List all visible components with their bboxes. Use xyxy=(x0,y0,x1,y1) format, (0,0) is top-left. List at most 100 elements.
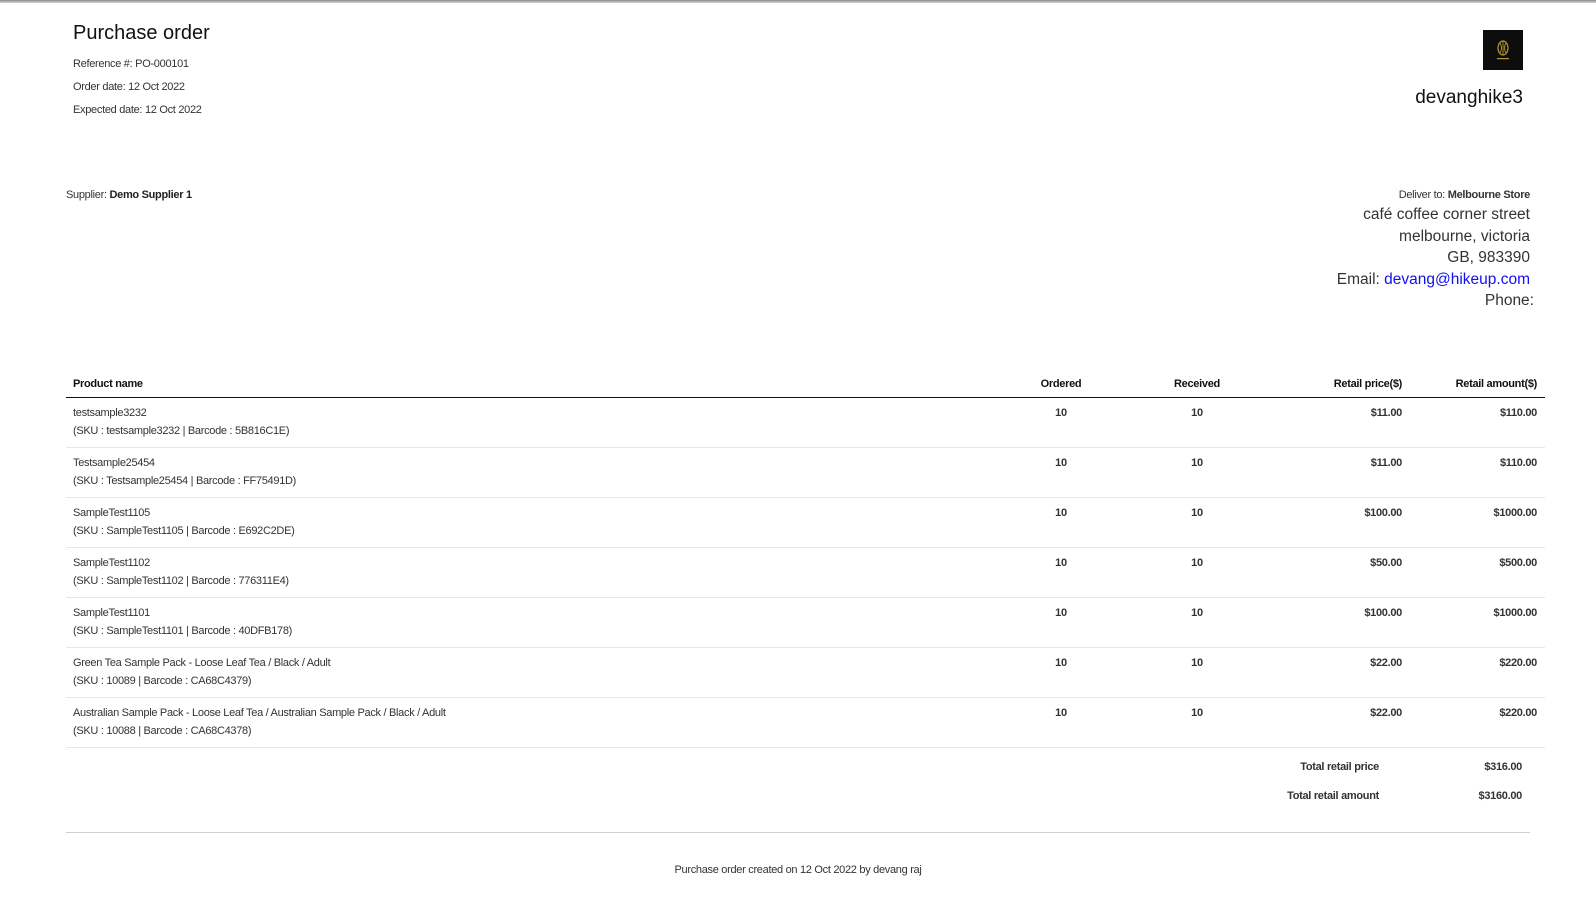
table-row: Green Tea Sample Pack - Loose Leaf Tea /… xyxy=(66,647,1545,698)
received-qty: 10 xyxy=(1191,457,1203,469)
total-retail-price-label: Total retail price xyxy=(1300,760,1379,773)
table-row: Australian Sample Pack - Loose Leaf Tea … xyxy=(66,697,1545,748)
header-received: Received xyxy=(1129,370,1265,398)
reference-label: Reference #: xyxy=(73,58,133,70)
retail-price: $11.00 xyxy=(1370,407,1403,419)
product-sku: (SKU : SampleTest1101 | Barcode : 40DFB1… xyxy=(73,625,293,637)
totals-block: Total retail price $316.00 Total retail … xyxy=(66,752,1530,810)
order-date-label: Order date: xyxy=(73,81,126,93)
retail-price: $100.00 xyxy=(1364,507,1402,519)
total-retail-price-value: $316.00 xyxy=(1484,760,1522,773)
email-link[interactable]: devang@hikeup.com xyxy=(1384,271,1530,288)
product-cell: Australian Sample Pack - Loose Leaf Tea … xyxy=(66,697,993,748)
total-retail-amount-label: Total retail amount xyxy=(1287,789,1379,802)
product-name: SampleTest1102 xyxy=(73,557,150,569)
header-retail-price: Retail price($) xyxy=(1265,370,1402,398)
total-retail-amount-value: $3160.00 xyxy=(1478,789,1523,802)
ordered-qty: 10 xyxy=(1055,707,1067,719)
supplier-line: Supplier: Demo Supplier 1 xyxy=(66,189,192,201)
order-date-line: Order date: 12 Oct 2022 xyxy=(73,81,185,93)
received-qty: 10 xyxy=(1191,607,1203,619)
product-cell: SampleTest1105 (SKU : SampleTest1105 | Ba… xyxy=(66,497,993,548)
email-line: Email: devang@hikeup.com xyxy=(1337,269,1530,291)
table-row: SampleTest1105 (SKU : SampleTest1105 | Ba… xyxy=(66,497,1545,548)
received-qty: 10 xyxy=(1191,657,1203,669)
ordered-qty: 10 xyxy=(1055,657,1067,669)
table-row: SampleTest1101 (SKU : SampleTest1101 | Ba… xyxy=(66,597,1545,648)
deliver-to-line: Deliver to: Melbourne Store xyxy=(1337,189,1531,201)
address-line-2: melbourne, victoria xyxy=(1399,227,1530,245)
retail-amount: $220.00 xyxy=(1499,707,1537,719)
product-cell: Green Tea Sample Pack - Loose Leaf Tea /… xyxy=(66,647,993,698)
total-retail-amount-row: Total retail amount $3160.00 xyxy=(66,781,1530,810)
table-row: testsample3232 (SKU : testsample3232 | Ba… xyxy=(66,397,1545,448)
product-sku: (SKU : testsample3232 | Barcode : 5B816C… xyxy=(73,425,290,437)
expected-date-line: Expected date: 12 Oct 2022 xyxy=(73,104,202,116)
product-cell: testsample3232 (SKU : testsample3232 | Ba… xyxy=(66,397,993,448)
supplier-name: Demo Supplier 1 xyxy=(109,189,192,201)
address-line-1: café coffee corner street xyxy=(1363,206,1530,223)
product-name: SampleTest1105 xyxy=(73,507,150,519)
product-sku: (SKU : 10088 | Barcode : CA68C4378) xyxy=(73,725,252,737)
product-name: Green Tea Sample Pack - Loose Leaf Tea /… xyxy=(73,657,331,669)
retail-price: $50.00 xyxy=(1370,557,1402,569)
expected-date-value: 12 Oct 2022 xyxy=(144,104,202,116)
product-sku: (SKU : SampleTest1102 | Barcode : 776311… xyxy=(73,575,289,587)
retail-price: $100.00 xyxy=(1364,607,1402,619)
product-name: SampleTest1101 xyxy=(73,607,150,619)
store-name: devanghike3 xyxy=(1415,87,1523,108)
top-border xyxy=(0,0,1596,3)
retail-amount: $110.00 xyxy=(1499,457,1537,469)
email-label: Email: xyxy=(1336,270,1380,288)
retail-price: $22.00 xyxy=(1370,657,1402,669)
ordered-qty: 10 xyxy=(1055,607,1067,619)
deliver-to-block: Deliver to: Melbourne Store café coffee … xyxy=(1337,189,1534,312)
reference-value: PO-000101 xyxy=(135,58,189,70)
table-row: SampleTest1102 (SKU : SampleTest1102 | Ba… xyxy=(66,547,1545,598)
order-date-value: 12 Oct 2022 xyxy=(128,81,185,93)
received-qty: 10 xyxy=(1191,507,1203,519)
retail-amount: $500.00 xyxy=(1499,557,1537,569)
retail-amount: $220.00 xyxy=(1499,657,1537,669)
retail-price: $22.00 xyxy=(1370,707,1402,719)
brand-logo-icon xyxy=(1483,30,1523,70)
header-retail-amount: Retail amount($) xyxy=(1402,370,1545,398)
product-name: Testsample25454 xyxy=(73,457,155,469)
received-qty: 10 xyxy=(1191,707,1203,719)
address-line-3: GB, 983390 xyxy=(1447,249,1530,266)
product-name: Australian Sample Pack - Loose Leaf Tea … xyxy=(73,707,446,719)
retail-amount: $1000.00 xyxy=(1493,607,1538,619)
header-ordered: Ordered xyxy=(993,370,1129,398)
ordered-qty: 10 xyxy=(1055,407,1067,419)
supplier-label: Supplier: xyxy=(66,189,107,201)
header-product-name: Product name xyxy=(66,370,993,398)
expected-date-label: Expected date: xyxy=(73,104,143,116)
product-cell: SampleTest1101 (SKU : SampleTest1101 | Ba… xyxy=(66,597,993,648)
product-cell: SampleTest1102 (SKU : SampleTest1102 | Ba… xyxy=(66,547,993,598)
retail-price: $11.00 xyxy=(1370,457,1403,469)
ordered-qty: 10 xyxy=(1055,457,1067,469)
phone-line: Phone: xyxy=(1337,290,1534,312)
page-title: Purchase order xyxy=(73,22,210,44)
ordered-qty: 10 xyxy=(1055,507,1067,519)
product-name: testsample3232 xyxy=(73,407,147,419)
product-sku: (SKU : SampleTest1105 | Barcode : E692C2… xyxy=(73,525,295,537)
deliver-to-label: Deliver to: xyxy=(1398,189,1446,201)
product-sku: (SKU : 10089 | Barcode : CA68C4379) xyxy=(73,675,252,687)
ordered-qty: 10 xyxy=(1055,557,1067,569)
received-qty: 10 xyxy=(1191,557,1203,569)
deliver-store-name: Melbourne Store xyxy=(1447,189,1531,201)
footer-divider xyxy=(66,832,1530,833)
retail-amount: $1000.00 xyxy=(1493,507,1538,519)
table-header-row: Product name Ordered Received Retail pri… xyxy=(66,370,1545,398)
table-row: Testsample25454 (SKU : Testsample25454 | … xyxy=(66,447,1545,498)
footer-text: Purchase order created on 12 Oct 2022 by… xyxy=(674,864,922,876)
product-sku: (SKU : Testsample25454 | Barcode : FF754… xyxy=(73,475,297,487)
phone-label: Phone: xyxy=(1484,292,1534,309)
received-qty: 10 xyxy=(1191,407,1203,419)
product-cell: Testsample25454 (SKU : Testsample25454 | … xyxy=(66,447,993,498)
retail-amount: $110.00 xyxy=(1499,407,1537,419)
products-table: Product name Ordered Received Retail pri… xyxy=(66,370,1545,748)
reference-line: Reference #: PO-000101 xyxy=(73,58,189,70)
total-retail-price-row: Total retail price $316.00 xyxy=(66,752,1530,781)
